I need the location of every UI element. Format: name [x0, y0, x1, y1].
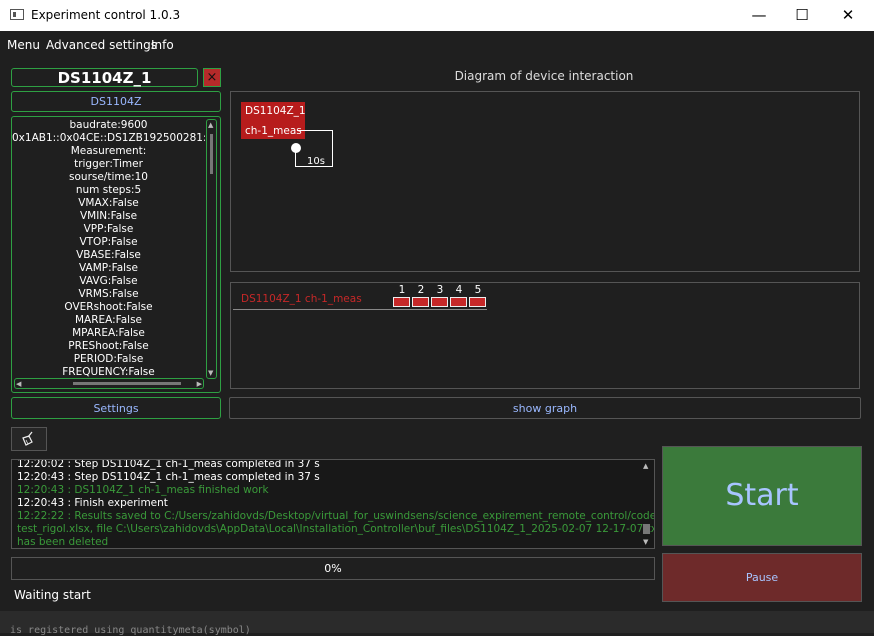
minimize-button[interactable]: —: [736, 0, 782, 31]
device-interaction-diagram: DS1104Z_1 ch-1_meas 10s: [230, 91, 860, 272]
status-text: Waiting start: [14, 588, 91, 602]
log-lines: 12:20:02 : Step DS1104Z_1 ch-1_meas comp…: [17, 459, 655, 548]
param-line: VMIN:False: [79, 210, 138, 222]
diagram-title: Diagram of device interaction: [454, 69, 634, 83]
device-params-list[interactable]: baudrate:9600 0x1AB1::0x04CE::DS1ZB192500…: [11, 116, 221, 393]
step-block[interactable]: [393, 297, 410, 307]
menu-item-advanced-settings[interactable]: Advanced settings: [46, 38, 157, 52]
params-vertical-scrollbar[interactable]: ▲ ▼: [206, 119, 217, 379]
maximize-button[interactable]: ☐: [779, 0, 825, 31]
scroll-up-icon[interactable]: ▲: [208, 121, 213, 129]
window-app-icon: [10, 9, 24, 20]
scroll-down-icon[interactable]: ▼: [643, 538, 648, 546]
start-button[interactable]: Start: [662, 446, 862, 546]
log-line: test_rigol.xlsx, file C:\Users\zahidovds…: [17, 523, 655, 535]
scroll-right-icon[interactable]: ▶: [197, 380, 202, 388]
close-window-button[interactable]: ✕: [825, 0, 871, 31]
show-graph-button[interactable]: show graph: [229, 397, 861, 419]
param-line: trigger:Timer: [74, 158, 143, 170]
menu-item-info[interactable]: Info: [151, 38, 174, 52]
step-block[interactable]: [431, 297, 448, 307]
progress-bar: 0%: [11, 557, 655, 580]
device-type-button[interactable]: DS1104Z: [11, 91, 221, 112]
param-line: VAVG:False: [79, 275, 138, 287]
step-block[interactable]: [450, 297, 467, 307]
log-line: 12:20:02 : Step DS1104Z_1 ch-1_meas comp…: [17, 459, 320, 470]
log-line: 12:20:43 : DS1104Z_1 ch-1_meas finished …: [17, 484, 269, 496]
param-line: num steps:5: [75, 184, 142, 196]
scroll-down-icon[interactable]: ▼: [208, 369, 213, 377]
settings-button[interactable]: Settings: [11, 397, 221, 419]
log-line: has been deleted: [17, 536, 109, 548]
device-name-field[interactable]: DS1104Z_1: [11, 68, 198, 87]
loop-connector-line: [295, 152, 298, 167]
broom-icon: [22, 431, 33, 446]
log-output[interactable]: 12:20:02 : Step DS1104Z_1 ch-1_meas comp…: [11, 459, 655, 549]
menu-item-menu[interactable]: Menu: [7, 38, 40, 52]
bottom-console-strip: is registered using quantitymeta(symbol): [0, 611, 874, 636]
scroll-left-icon[interactable]: ◀: [16, 380, 21, 388]
param-line: VAMP:False: [79, 262, 138, 274]
param-line: VRMS:False: [78, 288, 139, 300]
remove-device-button[interactable]: ×: [203, 68, 221, 87]
param-line: VMAX:False: [78, 197, 139, 209]
param-line: MAREA:False: [74, 314, 143, 326]
steps-timeline: DS1104Z_1 ch-1_meas 12345: [230, 282, 860, 389]
param-line: MPAREA:False: [72, 327, 145, 339]
scrollbar-thumb[interactable]: [643, 524, 650, 534]
log-line: 12:20:43 : Finish experiment: [17, 497, 168, 509]
log-scrollbar[interactable]: ▲ ▼: [641, 462, 652, 546]
param-line: Measurement:: [70, 145, 147, 157]
log-line: 12:20:43 : Step DS1104Z_1 ch-1_meas comp…: [17, 471, 320, 483]
scrollbar-thumb[interactable]: [210, 134, 213, 174]
step-number: 3: [436, 284, 444, 296]
timeline-divider: [233, 309, 487, 310]
step-number: 1: [398, 284, 406, 296]
console-text: is registered using quantitymeta(symbol): [10, 625, 251, 636]
param-line: VBASE:False: [76, 249, 141, 261]
device-node[interactable]: DS1104Z_1 ch-1_meas: [241, 102, 306, 139]
clear-log-button[interactable]: [11, 427, 47, 451]
pause-button[interactable]: Pause: [662, 553, 862, 602]
params-horizontal-scrollbar[interactable]: ◀ ▶: [14, 378, 204, 389]
params-content: baudrate:9600 0x1AB1::0x04CE::DS1ZB192500…: [12, 119, 205, 379]
scrollbar-thumb[interactable]: [73, 382, 181, 385]
param-line: 0x1AB1::0x04CE::DS1ZB192500281::INSTR: [12, 132, 205, 144]
timeline-channel-label: DS1104Z_1 ch-1_meas: [241, 293, 362, 305]
param-line: baudrate:9600: [69, 119, 148, 131]
param-line: OVERshoot:False: [64, 301, 153, 313]
param-line: PREShoot:False: [68, 340, 149, 352]
menu-bar: Menu Advanced settings Info: [0, 31, 874, 59]
step-number: 5: [474, 284, 482, 296]
loop-time-label: 10s: [307, 156, 325, 167]
title-bar: Experiment control 1.0.3 — ☐ ✕: [0, 0, 874, 31]
step-number: 4: [455, 284, 463, 296]
step-number: 2: [417, 284, 425, 296]
param-line: PERIOD:False: [73, 353, 144, 365]
param-line: VTOP:False: [79, 236, 138, 248]
step-block[interactable]: [469, 297, 486, 307]
device-node-name: DS1104Z_1: [245, 105, 306, 117]
device-node-channel: ch-1_meas: [245, 125, 302, 137]
scroll-up-icon[interactable]: ▲: [643, 462, 648, 470]
window-title: Experiment control 1.0.3: [31, 8, 181, 22]
connection-point[interactable]: [291, 143, 301, 153]
param-line: VPP:False: [83, 223, 134, 235]
param-line: sourse/time:10: [69, 171, 148, 183]
log-line: 12:22:22 : Results saved to C:/Users/zah…: [17, 510, 655, 522]
step-block[interactable]: [412, 297, 429, 307]
